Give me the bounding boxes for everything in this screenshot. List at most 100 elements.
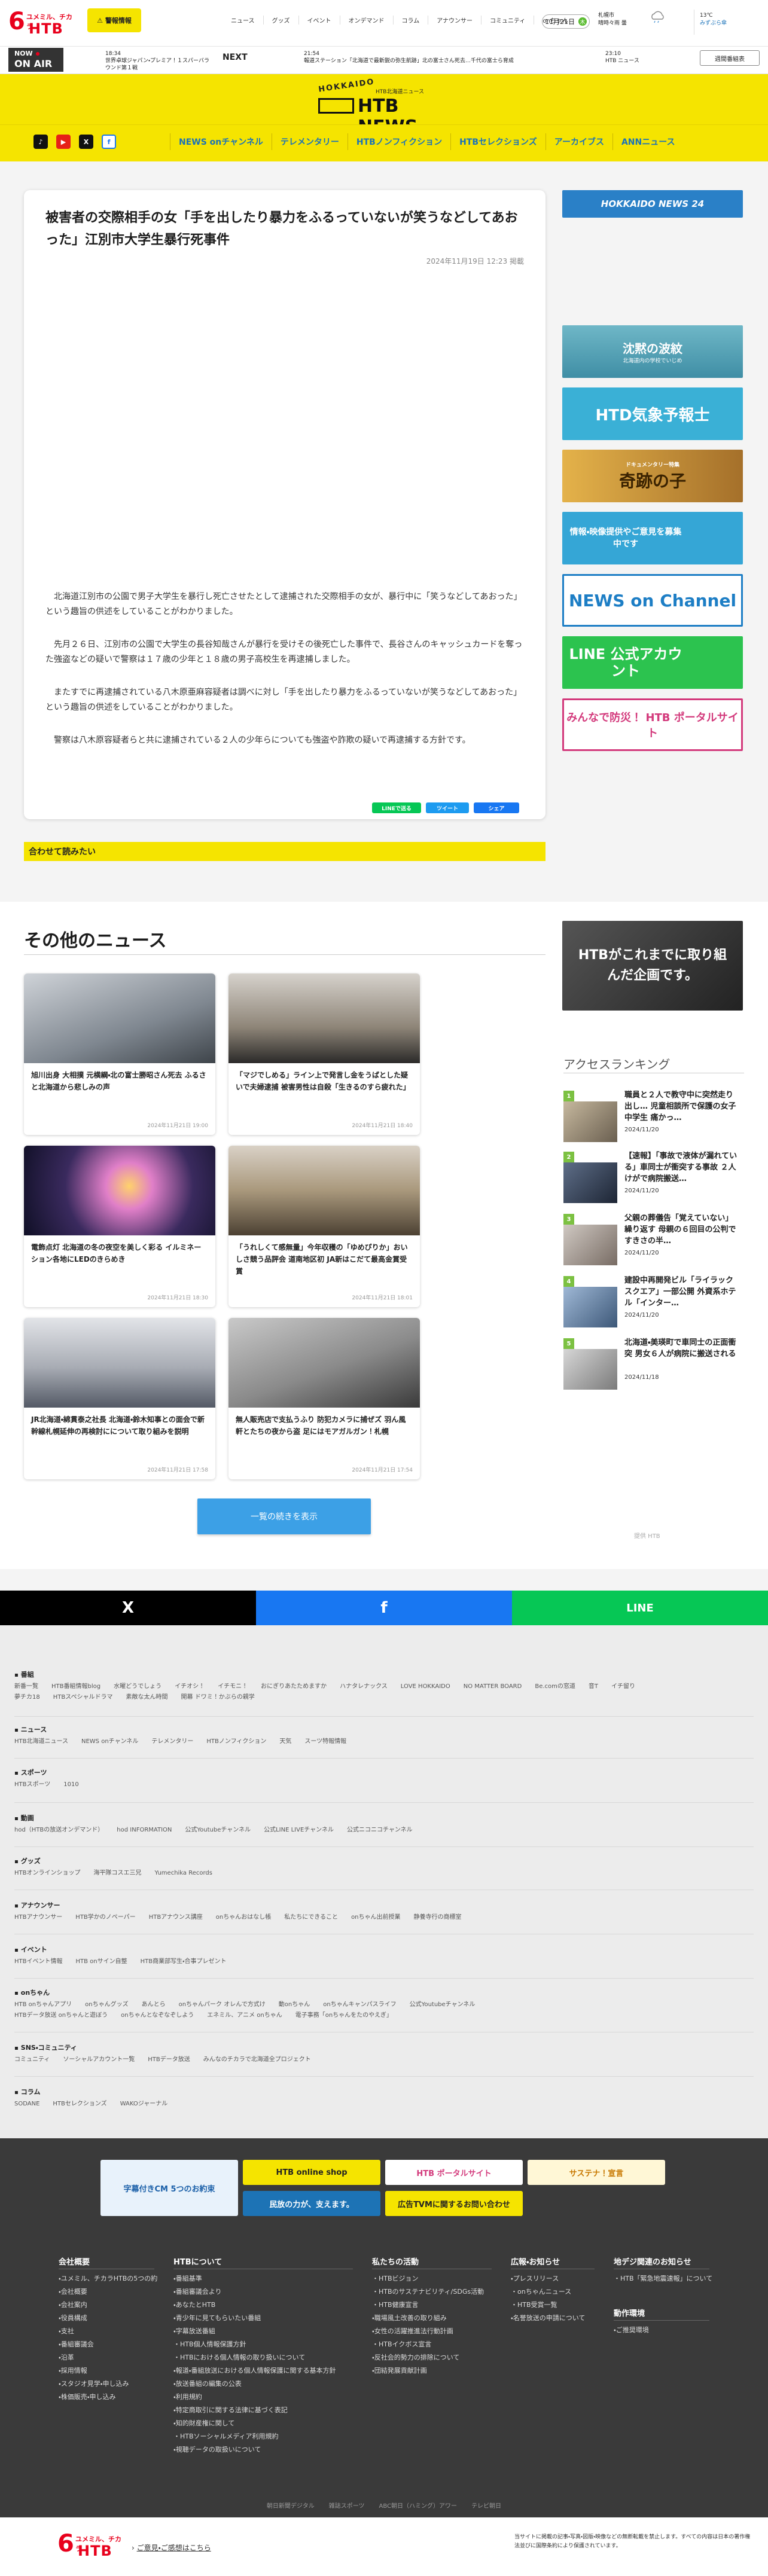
sitemap-link[interactable]: イチ留り — [611, 1683, 635, 1690]
rank-thumbnail[interactable] — [563, 1162, 617, 1203]
facebook-share-button[interactable]: シェア — [474, 802, 519, 813]
sitemap-link[interactable]: 海平隊コスエ三兄 — [94, 1870, 142, 1876]
sitemap-link[interactable]: HTBスペシャルドラマ — [53, 1694, 113, 1701]
sitemap-link[interactable]: 水曜どうでしょう — [114, 1683, 161, 1690]
footer-link[interactable]: 会社概要 — [59, 2285, 160, 2299]
nav-telementary[interactable]: テレメンタリー — [271, 133, 348, 150]
sitemap-link[interactable]: HTB北海道ニュース — [14, 1738, 68, 1745]
sitemap-link[interactable]: おにぎりあたためますか — [261, 1683, 327, 1690]
nav-nonfiction[interactable]: HTBノンフィクション — [347, 133, 450, 150]
footer-link[interactable]: 視聴データの取扱いについて — [173, 2443, 353, 2456]
footer-link[interactable]: プレスリリース — [511, 2272, 601, 2285]
sitemap-link[interactable]: HTB商業部写生・合事プレゼント — [141, 1958, 227, 1965]
portal-site-banner[interactable]: HTB ポータルサイト — [385, 2160, 523, 2185]
footer-link[interactable]: HTB健康宣言 — [372, 2299, 498, 2312]
rank-title[interactable]: 建設中再開発ビル「ライラックスクエア」一部公開 外資系ホテル「インター… — [624, 1275, 738, 1309]
rank-thumbnail[interactable] — [563, 1225, 617, 1265]
tiktok-icon[interactable]: ♪ — [33, 135, 48, 149]
sitemap-link[interactable]: ハナタレナックス — [340, 1683, 388, 1690]
sitemap-link[interactable]: テレメンタリー — [151, 1738, 193, 1745]
sitemap-link[interactable]: NO MATTER BOARD — [464, 1683, 522, 1690]
weather-place[interactable]: 札幌市 晴時々雨 曇 — [598, 12, 627, 28]
top-nav-announcer[interactable]: アナウンサー — [428, 16, 481, 25]
footer-link[interactable]: 会社案内 — [59, 2299, 160, 2312]
sitemap-link[interactable]: onちゃん出前授業 — [351, 1914, 400, 1921]
sitemap-link[interactable]: HTBアナウンサー — [14, 1914, 62, 1921]
htb-logo[interactable]: 6 ユメミル、チカラ HTB — [8, 8, 74, 37]
htb-news-logo[interactable]: HOKKAIDO HTB北海道ニュース HTB NEWS — [318, 77, 450, 138]
footer-link[interactable]: onちゃんニュース — [511, 2285, 601, 2299]
footer-link[interactable]: 特定商取引に関する法律に基づく表記 — [173, 2404, 353, 2417]
forecaster-banner[interactable]: HTD気象予報士 — [562, 387, 743, 440]
footer-link[interactable]: 役員構成 — [59, 2312, 160, 2325]
youtube-icon[interactable]: ▶ — [56, 135, 71, 149]
sitemap-link[interactable]: onちゃんグッズ — [85, 2001, 128, 2008]
top-nav-goods[interactable]: グッズ — [263, 16, 298, 25]
sitemap-link[interactable]: あんとら — [142, 2001, 166, 2008]
sitemap-link[interactable]: HTBデータ放送 — [148, 2056, 190, 2063]
sitemap-link[interactable]: コミュニティ — [14, 2056, 50, 2063]
news-on-channel-banner[interactable]: NEWS on Channel — [562, 574, 743, 627]
sitemap-link[interactable]: LOVE HOKKAIDO — [401, 1683, 450, 1690]
sitemap-link[interactable]: onちゃんキャンパスライフ — [323, 2001, 396, 2008]
footer-link[interactable]: HTBビジョン — [372, 2272, 498, 2285]
footer-link[interactable]: ご推奨環境 — [614, 2324, 715, 2337]
minpo-banner[interactable]: 民放の力が、支えます。 — [243, 2191, 380, 2216]
online-shop-banner[interactable]: HTB online shop — [243, 2160, 380, 2185]
partner-link[interactable]: テレビ朝日 — [471, 2503, 501, 2510]
sitemap-link[interactable]: イチモニ！ — [218, 1683, 248, 1690]
sitemap-link[interactable]: 動onちゃん — [279, 2001, 310, 2008]
partner-link[interactable]: 朝日新聞デジタル — [267, 2503, 315, 2510]
footer-htb-logo[interactable]: 6 ユメミル、チカラ HTB — [57, 2531, 123, 2559]
sitemap-link[interactable]: イチオシ！ — [175, 1683, 205, 1690]
htb-projects-banner[interactable]: HTBがこれまでに取り組んだ企画です。 — [562, 921, 743, 1011]
news-card[interactable]: 「うれしくて感無量」今年収穫の「ゆめぴりか」おいしさ競う品評会 道南地区初 JA… — [228, 1146, 420, 1307]
sitemap-link[interactable]: 静養寺行の商標室 — [414, 1914, 462, 1921]
footer-link[interactable]: 番組審議会 — [59, 2338, 160, 2351]
footer-link[interactable]: 採用情報 — [59, 2364, 160, 2377]
sitemap-link[interactable]: みんなのチカラで北海道全プロジェクト — [203, 2056, 311, 2063]
footer-link[interactable]: 番組審議会より — [173, 2285, 353, 2299]
footer-link[interactable]: 青少年に見てもらいたい番組 — [173, 2312, 353, 2325]
news24-banner[interactable]: HOKKAIDO NEWS 24 — [562, 190, 743, 218]
footer-link[interactable]: HTB個人情報保護方針 — [173, 2338, 353, 2351]
sitemap-link[interactable]: HTBスポーツ — [14, 1781, 50, 1788]
sitemap-link[interactable]: Yumechika Records — [155, 1870, 213, 1876]
top-nav-news[interactable]: ニュース — [223, 16, 263, 25]
news-card[interactable]: 無人販売店で支払うふり 防犯カメラに捕ぜズ 羽ん風軒とたちの夜から盗 足にはモア… — [228, 1318, 420, 1479]
rank-title[interactable]: 北海道・美瑛町で車同士の正面衝突 男女６人が病院に搬送される — [624, 1337, 738, 1360]
footer-link[interactable]: 団結発展貢献計画 — [372, 2364, 498, 2377]
partner-link[interactable]: 雑誌スポーツ — [329, 2503, 365, 2510]
sitemap-link[interactable]: 素敵な太ん時間 — [126, 1694, 168, 1701]
sitemap-link[interactable]: 電子事務「onちゃんをたのやえぎ」 — [295, 2012, 392, 2019]
sitemap-link[interactable]: HTB onサイン自整 — [76, 1958, 127, 1965]
nav-ann-news[interactable]: ANNニュース — [612, 133, 684, 150]
weather-temp-block[interactable]: 13℃ みずぶら傘 — [700, 12, 727, 28]
news-card[interactable]: 旭川出身 大相撲 元横綱・北の富士勝昭さん死去 ふるさと北海道から悲しみの声 2… — [24, 973, 215, 1135]
caption-cm-banner[interactable]: 字幕付きCM 5つのお約束 — [100, 2160, 238, 2216]
sitemap-link[interactable]: ソーシャルアカウント一覧 — [63, 2056, 135, 2063]
footer-link[interactable]: HTBイクボス宣言 — [372, 2338, 498, 2351]
contact-link[interactable]: › ご意見・ご感想はこちら — [132, 2543, 211, 2553]
sitemap-link[interactable]: HTB学かのノペーパー — [75, 1914, 135, 1921]
x-icon[interactable]: X — [79, 135, 93, 149]
footer-link[interactable]: HTBのサステナビリティ/SDGs活動 — [372, 2285, 498, 2299]
line-share-bar-button[interactable]: LINE — [512, 1591, 768, 1625]
next-program-2[interactable]: 23:10 HTB ニュース — [605, 50, 689, 65]
rank-title[interactable]: 職員と２人で教守中に突然走り出し… 児童相談所で保護の女子中学生 痛かっ… — [624, 1089, 738, 1124]
sitemap-link[interactable]: 夢チカ18 — [14, 1694, 40, 1701]
sitemap-link[interactable]: 公式Youtubeチャンネル — [410, 2001, 476, 2008]
sitemap-link[interactable]: HTBイベント情報 — [14, 1958, 63, 1965]
footer-link[interactable]: HTB「緊急地震速報」について — [614, 2272, 715, 2285]
sitemap-link[interactable]: 1010 — [63, 1781, 78, 1788]
sitemap-link[interactable]: onちゃんとなぞなぞしよう — [121, 2012, 194, 2019]
facebook-share-bar-button[interactable]: f — [256, 1591, 512, 1625]
footer-link[interactable]: 名誉放送の申請について — [511, 2312, 601, 2325]
x-share-button[interactable]: X — [0, 1591, 256, 1625]
sitemap-link[interactable]: HTBアナウンス講座 — [149, 1914, 203, 1921]
footer-link[interactable]: あなたとHTB — [173, 2299, 353, 2312]
sitemap-link[interactable]: NEWS onチャンネル — [81, 1738, 138, 1745]
footer-link[interactable]: 利用規約 — [173, 2391, 353, 2404]
sitemap-link[interactable]: スーツ特報情報 — [304, 1738, 346, 1745]
news-card[interactable]: JR北海道・綿貫泰之社長 北海道・鈴木知事との面会で新幹線札幌延伸の再検討ににつ… — [24, 1318, 215, 1479]
